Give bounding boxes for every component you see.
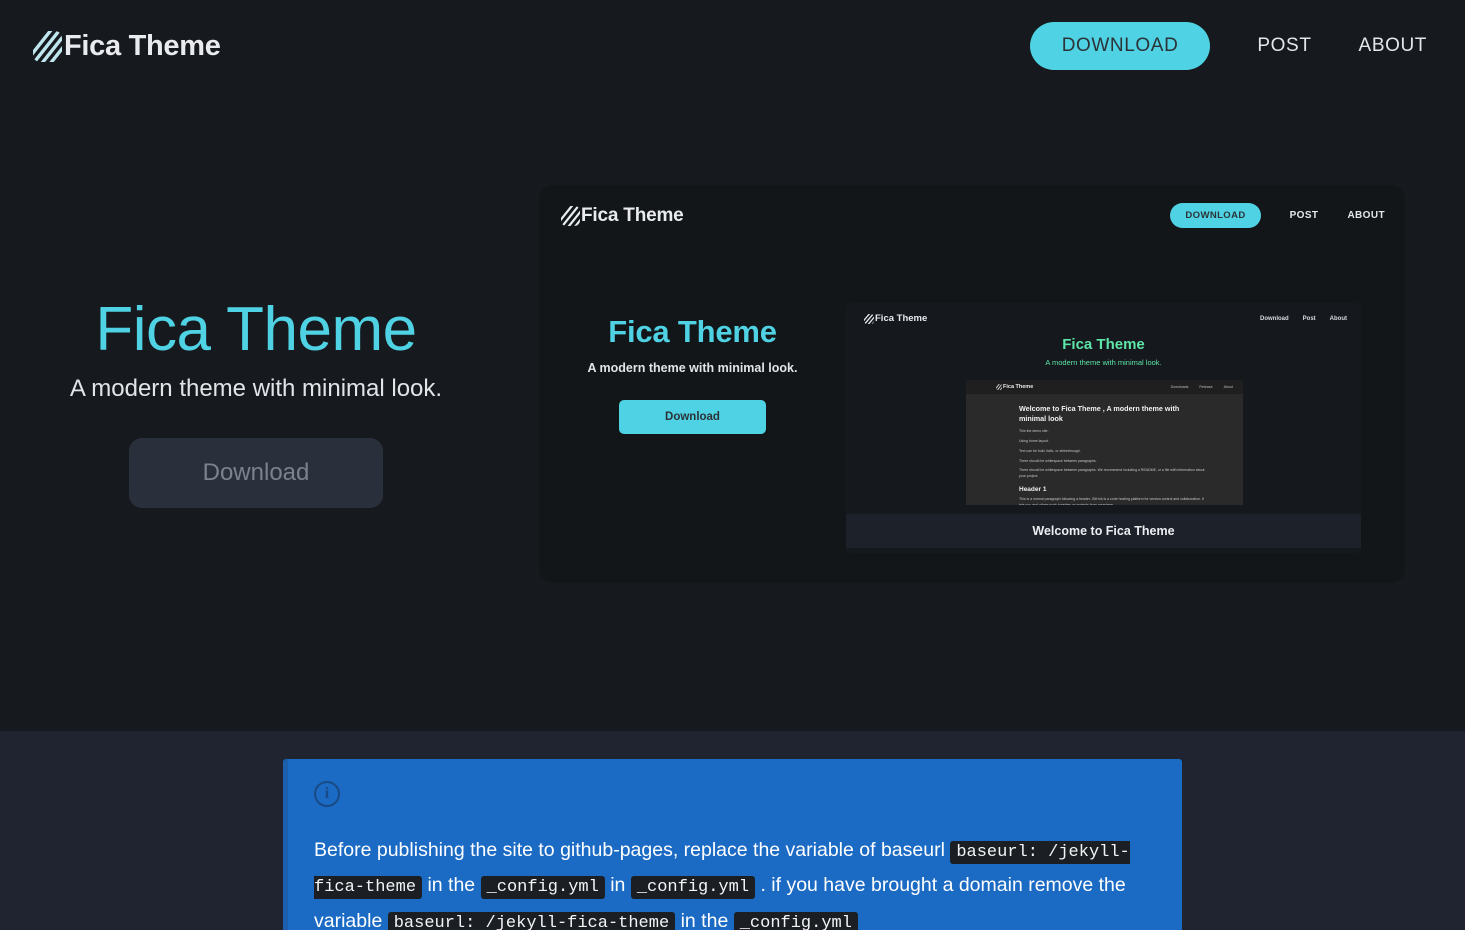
striped-square-logo-icon (864, 313, 874, 324)
nested-nav-about-link[interactable]: About (1330, 316, 1347, 322)
alert-text-run: in the (422, 874, 481, 897)
preview-download-button[interactable]: Download (619, 400, 766, 434)
preview-brand-logo: Fica Theme (561, 205, 684, 227)
nested-nav-links: Download Post About (1246, 316, 1347, 322)
inner-article-body: Welcome to Fica Theme , A modern theme w… (966, 394, 1243, 505)
page-title: Fica Theme (95, 295, 417, 364)
striped-square-logo-icon (561, 205, 580, 226)
hero-section: Fica Theme A modern theme with minimal l… (0, 92, 1465, 731)
nav-post-link[interactable]: POST (1257, 22, 1311, 70)
nested-title: Fica Theme (1062, 336, 1145, 353)
inline-code: _config.yml (480, 876, 605, 900)
alert-text-run: Before publishing the site to github-pag… (314, 839, 951, 861)
nested-screenshot-level2: Fica Theme Download Post About Fica Them… (846, 303, 1361, 553)
inner-paragraph: There should be whitespace between parag… (1019, 458, 1097, 463)
nav-links: DOWNLOAD POST ABOUT (1029, 22, 1427, 70)
striped-square-logo-icon (33, 30, 62, 62)
inline-code: _config.yml (630, 876, 756, 900)
top-navigation-bar: Fica Theme DOWNLOAD POST ABOUT (0, 0, 1465, 92)
inner-nav-release-link[interactable]: Release (1199, 385, 1212, 389)
alert-text-run: in (604, 874, 631, 897)
preview-brand-title: Fica Theme (581, 204, 684, 226)
striped-square-logo-icon (996, 384, 1002, 390)
info-circle-icon: i (314, 781, 340, 807)
inner-heading: Welcome to Fica Theme , A modern theme w… (1019, 404, 1180, 424)
inline-code: baseurl: /jekyll-fica-theme (387, 911, 676, 930)
preview-nav-about-link[interactable]: ABOUT (1347, 210, 1385, 221)
alert-text-run: in the (675, 909, 734, 930)
preview-nav-links: DOWNLOAD POST ABOUT (1170, 203, 1385, 228)
nested-subtitle: A modern theme with minimal look. (1045, 358, 1162, 367)
info-alert-box: i Before publishing the site to github-p… (283, 759, 1182, 930)
nav-about-link[interactable]: ABOUT (1359, 22, 1427, 70)
inner-paragraph: Using home layout. (1019, 439, 1049, 444)
preview-title: Fica Theme (608, 314, 777, 349)
nested-brand-logo: Fica Theme (864, 313, 927, 324)
nested-brand-title: Fica Theme (875, 313, 928, 324)
nested-navigation-bar: Fica Theme Download Post About (846, 303, 1361, 324)
inner-brand-title: Fica Theme (1003, 384, 1034, 390)
brand-logo[interactable]: Fica Theme (33, 30, 221, 63)
nav-download-button[interactable]: DOWNLOAD (1029, 22, 1211, 70)
nested-nav-download-link[interactable]: Download (1260, 316, 1289, 322)
hero-text-block: Fica Theme A modern theme with minimal l… (0, 172, 500, 509)
hero-subtitle: A modern theme with minimal look. (69, 375, 443, 403)
preview-hero-block: Fica Theme A modern theme with minimal l… (539, 270, 846, 434)
inner-nav-downloads-link[interactable]: Downloads (1171, 385, 1189, 389)
alert-message: Before publishing the site to github-pag… (314, 833, 1156, 930)
preview-nav-download-button[interactable]: DOWNLOAD (1170, 203, 1261, 228)
nested-footer-banner: Welcome to Fica Theme (846, 514, 1361, 548)
inner-navigation-bar: Fica Theme Downloads Release About (966, 380, 1243, 394)
brand-title: Fica Theme (64, 29, 221, 62)
preview-nav-post-link[interactable]: POST (1290, 210, 1319, 221)
lower-section: i Before publishing the site to github-p… (0, 731, 1465, 930)
inner-paragraph: There should be whitespace between parag… (1019, 468, 1205, 478)
preview-navigation-bar: Fica Theme DOWNLOAD POST ABOUT (539, 185, 1405, 228)
hero-download-button[interactable]: Download (128, 438, 384, 509)
nested-screenshot-level3: Fica Theme Downloads Release About Welco… (966, 380, 1243, 505)
theme-preview-card: Fica Theme DOWNLOAD POST ABOUT Fica Them… (539, 185, 1405, 583)
inline-code: _config.yml (733, 911, 858, 930)
inner-paragraph: This the demo site. (1019, 429, 1049, 434)
inner-nav-links: Downloads Release About (1160, 385, 1233, 389)
inner-header-1-body: This is a normal paragraph following a h… (1019, 497, 1204, 505)
inner-header-1: Header 1 (1019, 485, 1047, 493)
inner-paragraph: Text can be bold, italic, or strikethrou… (1019, 448, 1081, 453)
inner-nav-about-link[interactable]: About (1224, 385, 1233, 389)
preview-subtitle: A modern theme with minimal look. (587, 361, 798, 375)
nested-nav-post-link[interactable]: Post (1303, 316, 1316, 322)
inner-brand-logo: Fica Theme (996, 384, 1033, 390)
nested-hero-block: Fica Theme A modern theme with minimal l… (846, 324, 1361, 367)
